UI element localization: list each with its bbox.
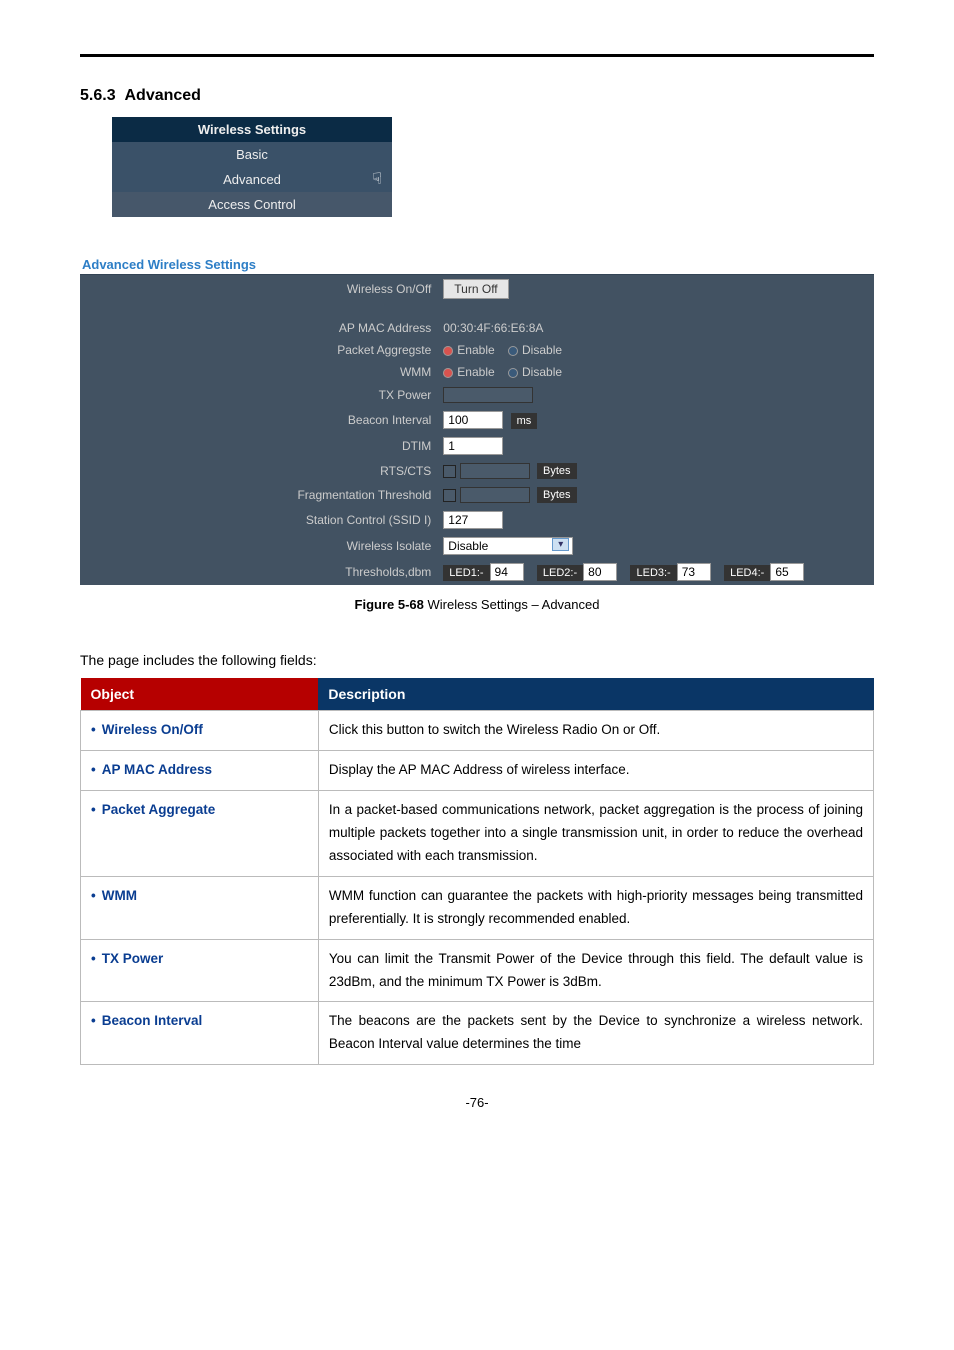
frag-input[interactable] xyxy=(460,487,530,503)
desc-wmm: WMM function can guarantee the packets w… xyxy=(318,876,873,939)
dtim-input[interactable]: 1 xyxy=(443,437,503,455)
top-rule xyxy=(80,54,874,57)
desc-wireless-onoff: Click this button to switch the Wireless… xyxy=(318,711,873,751)
label-wmm: WMM xyxy=(80,361,437,383)
section-heading: 5.6.3 Advanced xyxy=(80,87,874,105)
unit-bytes-frag: Bytes xyxy=(537,487,577,503)
led4-input[interactable]: 65 xyxy=(770,563,804,581)
led1-input[interactable]: 94 xyxy=(490,563,524,581)
th-description: Description xyxy=(318,678,873,711)
label-ap-mac: AP MAC Address xyxy=(80,317,437,339)
label-tx-power: TX Power xyxy=(80,383,437,407)
desc-packet-aggregate: In a packet-based communications network… xyxy=(318,790,873,876)
obj-wireless-onoff: •Wireless On/Off xyxy=(81,711,319,751)
label-thresholds: Thresholds,dbm xyxy=(80,559,437,585)
radio-wmm-enable[interactable] xyxy=(443,368,453,378)
label-wireless-isolate: Wireless Isolate xyxy=(80,533,437,559)
rtscts-check[interactable] xyxy=(443,465,456,478)
nav-item-access-control[interactable]: Access Control xyxy=(112,192,392,217)
wireless-settings-nav: Wireless Settings Basic Advanced ☟ Acces… xyxy=(112,117,392,217)
frag-check[interactable] xyxy=(443,489,456,502)
obj-ap-mac: •AP MAC Address xyxy=(81,750,319,790)
th-object: Object xyxy=(81,678,319,711)
obj-tx-power: •TX Power xyxy=(81,939,319,1002)
fields-table: Object Description •Wireless On/Off Clic… xyxy=(80,678,874,1065)
unit-bytes-rtscts: Bytes xyxy=(537,463,577,479)
intro-text: The page includes the following fields: xyxy=(80,652,874,668)
led1-label: LED1:- xyxy=(443,565,489,581)
nav-header: Wireless Settings xyxy=(112,117,392,142)
desc-beacon-interval: The beacons are the packets sent by the … xyxy=(318,1002,873,1065)
page-number: -76- xyxy=(80,1095,874,1110)
obj-packet-aggregate: •Packet Aggregate xyxy=(81,790,319,876)
led2-input[interactable]: 80 xyxy=(583,563,617,581)
label-station-control: Station Control (SSID I) xyxy=(80,507,437,533)
panel-title: Advanced Wireless Settings xyxy=(80,257,874,274)
label-wireless-onoff: Wireless On/Off xyxy=(80,275,437,303)
station-control-input[interactable]: 127 xyxy=(443,511,503,529)
led3-input[interactable]: 73 xyxy=(677,563,711,581)
label-dtim: DTIM xyxy=(80,433,437,459)
turn-off-button[interactable]: Turn Off xyxy=(443,279,508,299)
radio-packet-aggregate-disable[interactable] xyxy=(508,346,518,356)
figure-caption: Figure 5-68 Wireless Settings – Advanced xyxy=(80,597,874,612)
label-beacon-interval: Beacon Interval xyxy=(80,407,437,433)
desc-tx-power: You can limit the Transmit Power of the … xyxy=(318,939,873,1002)
nav-item-basic[interactable]: Basic xyxy=(112,142,392,167)
beacon-interval-input[interactable]: 100 xyxy=(443,411,503,429)
value-ap-mac: 00:30:4F:66:E6:8A xyxy=(437,317,874,339)
label-rtscts: RTS/CTS xyxy=(80,459,437,483)
advanced-wireless-settings-panel: Advanced Wireless Settings Wireless On/O… xyxy=(80,257,874,585)
unit-ms: ms xyxy=(511,413,538,429)
led2-label: LED2:- xyxy=(537,565,583,581)
obj-beacon-interval: •Beacon Interval xyxy=(81,1002,319,1065)
label-packet-aggregate: Packet Aggregste xyxy=(80,339,437,361)
led3-label: LED3:- xyxy=(630,565,676,581)
tx-power-input[interactable] xyxy=(443,387,533,403)
rtscts-input[interactable] xyxy=(460,463,530,479)
cursor-icon: ☟ xyxy=(372,169,382,189)
obj-wmm: •WMM xyxy=(81,876,319,939)
nav-item-advanced[interactable]: Advanced ☟ xyxy=(112,167,392,192)
radio-packet-aggregate-enable[interactable] xyxy=(443,346,453,356)
desc-ap-mac: Display the AP MAC Address of wireless i… xyxy=(318,750,873,790)
radio-wmm-disable[interactable] xyxy=(508,368,518,378)
led4-label: LED4:- xyxy=(724,565,770,581)
wireless-isolate-select[interactable]: Disable xyxy=(443,537,573,555)
label-frag-threshold: Fragmentation Threshold xyxy=(80,483,437,507)
